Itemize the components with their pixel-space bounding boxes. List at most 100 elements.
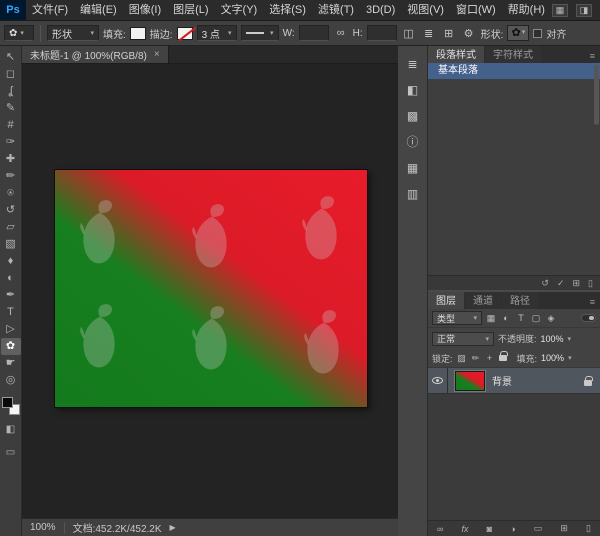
path-arrange-icon[interactable]: ⊞ [441, 27, 457, 40]
lock-all-icon[interactable] [499, 355, 507, 361]
dodge-tool[interactable]: ◐ [1, 270, 21, 287]
filter-adjustment-layers-icon[interactable]: ◐ [500, 313, 512, 323]
marquee-tool[interactable]: ◻ [1, 66, 21, 83]
path-operations-icon[interactable]: ◫ [401, 27, 417, 40]
delete-layer-icon[interactable]: ▯ [586, 523, 591, 534]
menu-filter[interactable]: 滤镜(T) [312, 0, 360, 20]
redo-style-icon[interactable]: ↺ [541, 278, 549, 289]
status-expand-icon[interactable]: ▶ [170, 523, 176, 532]
close-icon[interactable]: × [154, 49, 160, 60]
menu-image[interactable]: 图像(I) [123, 0, 167, 20]
tab-paths[interactable]: 路径 [502, 292, 538, 309]
menu-view[interactable]: 视图(V) [401, 0, 450, 20]
visibility-cell[interactable] [428, 368, 448, 393]
scrollbar[interactable] [594, 65, 599, 125]
zoom-tool[interactable]: ◎ [1, 372, 21, 389]
move-tool[interactable]: ↖ [1, 49, 21, 66]
fill-swatch[interactable] [130, 27, 146, 40]
gradient-tool[interactable]: ▧ [1, 236, 21, 253]
tool-preset-picker[interactable]: ✿ ▾ [4, 25, 34, 41]
screen-mode-button[interactable]: ▭ [1, 444, 21, 461]
panel-menu-icon[interactable]: ≡ [585, 51, 600, 63]
link-layers-icon[interactable]: ∞ [437, 524, 443, 534]
document-tab[interactable]: 未标题-1 @ 100%(RGB/8) × [22, 46, 169, 63]
clear-override-icon[interactable]: ✓ [557, 278, 565, 289]
layer-filter-dropdown[interactable]: 类型 ▾ [432, 311, 482, 325]
menu-type[interactable]: 文字(Y) [215, 0, 264, 20]
new-style-icon[interactable]: ⊞ [573, 278, 581, 289]
swatches-panel-icon[interactable]: ▦ [403, 160, 423, 176]
stroke-type-dropdown[interactable]: ▾ [241, 25, 279, 41]
menu-file[interactable]: 文件(F) [26, 0, 74, 20]
blend-mode-dropdown[interactable]: 正常 ▾ [432, 332, 494, 346]
menu-edit[interactable]: 编辑(E) [74, 0, 123, 20]
tab-character-styles[interactable]: 字符样式 [485, 46, 541, 63]
screen-mode-icon[interactable]: ◨ [576, 4, 592, 17]
filter-toggle-switch[interactable] [581, 314, 596, 322]
filter-type-layers-icon[interactable]: T [515, 313, 527, 323]
styles-panel-icon[interactable]: ▩ [403, 108, 423, 124]
brush-tool[interactable]: ✏ [1, 168, 21, 185]
arrange-documents-icon[interactable]: ▦ [552, 4, 568, 17]
layer-row-background[interactable]: 背景 [428, 368, 600, 394]
settings-gear-icon[interactable]: ⚙ [461, 27, 477, 40]
new-adjustment-layer-icon[interactable]: ◑ [510, 524, 515, 534]
adjustments-panel-icon[interactable]: ◧ [403, 82, 423, 98]
filter-smart-objects-icon[interactable]: ◈ [545, 313, 557, 324]
new-group-icon[interactable]: ▭ [534, 523, 543, 534]
fill-value[interactable]: 100% [541, 353, 564, 363]
layer-effects-icon[interactable]: fx [462, 524, 469, 534]
lasso-tool[interactable]: ʆ [1, 83, 21, 100]
zoom-level[interactable]: 100% [30, 522, 56, 533]
align-edges-checkbox[interactable] [533, 29, 542, 38]
type-tool[interactable]: T [1, 304, 21, 321]
menu-3d[interactable]: 3D(D) [360, 0, 401, 20]
new-layer-icon[interactable]: ⊞ [560, 523, 568, 534]
canvas-artboard[interactable] [55, 170, 367, 407]
eraser-tool[interactable]: ▱ [1, 219, 21, 236]
healing-brush-tool[interactable]: ✚ [1, 151, 21, 168]
custom-shape-tool[interactable]: ✿ [1, 338, 21, 355]
histogram-panel-icon[interactable]: ▥ [403, 186, 423, 202]
foreground-color-swatch[interactable] [2, 397, 13, 408]
blur-tool[interactable]: ♦ [1, 253, 21, 270]
history-brush-tool[interactable]: ↺ [1, 202, 21, 219]
quick-selection-tool[interactable]: ✎ [1, 100, 21, 117]
path-selection-tool[interactable]: ▷ [1, 321, 21, 338]
color-swatches[interactable] [2, 397, 20, 415]
stroke-width-field[interactable]: 3 点 ▾ [197, 25, 237, 41]
tab-paragraph-styles[interactable]: 段落样式 [428, 46, 484, 63]
quick-mask-button[interactable]: ◧ [1, 421, 21, 438]
delete-style-icon[interactable]: ▯ [588, 278, 593, 289]
info-panel-icon[interactable]: ⓘ [403, 134, 423, 150]
clone-stamp-tool[interactable]: ⍟ [1, 185, 21, 202]
crop-tool[interactable]: # [1, 117, 21, 134]
opacity-value[interactable]: 100% [541, 334, 564, 344]
filter-pixel-layers-icon[interactable]: ▦ [485, 313, 497, 324]
menu-help[interactable]: 帮助(H) [502, 0, 551, 20]
menu-layer[interactable]: 图层(L) [167, 0, 214, 20]
lock-position-icon[interactable]: + [485, 353, 495, 363]
custom-shape-picker[interactable]: ✿ ▾ [507, 25, 529, 41]
eyedropper-tool[interactable]: ✑ [1, 134, 21, 151]
canvas-pasteboard[interactable] [22, 64, 398, 518]
tab-layers[interactable]: 图层 [428, 292, 464, 309]
add-layer-mask-icon[interactable]: ◙ [487, 524, 492, 534]
menu-select[interactable]: 选择(S) [263, 0, 312, 20]
panel-menu-icon[interactable]: ≡ [585, 297, 600, 309]
stroke-swatch[interactable] [177, 27, 193, 40]
tab-channels[interactable]: 通道 [465, 292, 501, 309]
shape-width-input[interactable] [299, 25, 329, 41]
chevron-down-icon[interactable]: ▾ [568, 354, 572, 362]
menu-window[interactable]: 窗口(W) [450, 0, 502, 20]
hand-tool[interactable]: ☛ [1, 355, 21, 372]
list-item-basic-paragraph[interactable]: 基本段落 [428, 63, 600, 79]
lock-pixels-icon[interactable]: ✏ [471, 353, 481, 364]
shape-height-input[interactable] [367, 25, 397, 41]
layer-thumbnail[interactable] [455, 371, 485, 391]
pen-tool[interactable]: ✒ [1, 287, 21, 304]
tool-mode-dropdown[interactable]: 形状 ▾ [47, 25, 99, 41]
properties-panel-icon[interactable]: ≣ [403, 56, 423, 72]
link-dimensions-icon[interactable]: ∞ [333, 27, 349, 39]
path-alignment-icon[interactable]: ≣ [421, 27, 437, 40]
